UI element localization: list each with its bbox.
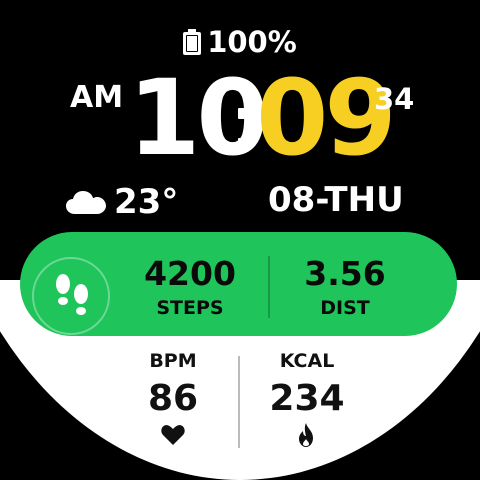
weather: 23° xyxy=(66,182,178,222)
kcal-label: KCAL xyxy=(279,350,335,372)
steps-value: 4200 xyxy=(144,254,236,293)
activity-divider xyxy=(268,256,270,318)
heart-icon xyxy=(161,425,185,445)
time-minute: 09 xyxy=(256,57,397,179)
battery-status: 100% xyxy=(0,22,480,62)
battery-icon xyxy=(183,29,202,55)
health-divider xyxy=(238,356,240,448)
footsteps-icon xyxy=(56,274,88,315)
ampm-indicator: AM xyxy=(70,80,124,115)
watch-face: 100% AM 10 09 34 23° 08-THU 4200 STEPS 3… xyxy=(0,0,480,480)
time-seconds: 34 xyxy=(374,82,415,116)
kcal-value: 234 xyxy=(269,378,345,419)
time-colon xyxy=(238,108,250,156)
battery-percent: 100% xyxy=(207,25,297,59)
steps-label: STEPS xyxy=(156,297,224,319)
cloud-icon xyxy=(66,191,106,214)
dist-value: 3.56 xyxy=(304,254,386,293)
temperature: 23° xyxy=(114,182,179,222)
dist-label: DIST xyxy=(320,297,370,319)
bpm-label: BPM xyxy=(149,350,197,372)
bpm-value: 86 xyxy=(147,378,199,419)
date: 08-THU xyxy=(268,180,404,220)
flame-icon xyxy=(299,423,313,447)
